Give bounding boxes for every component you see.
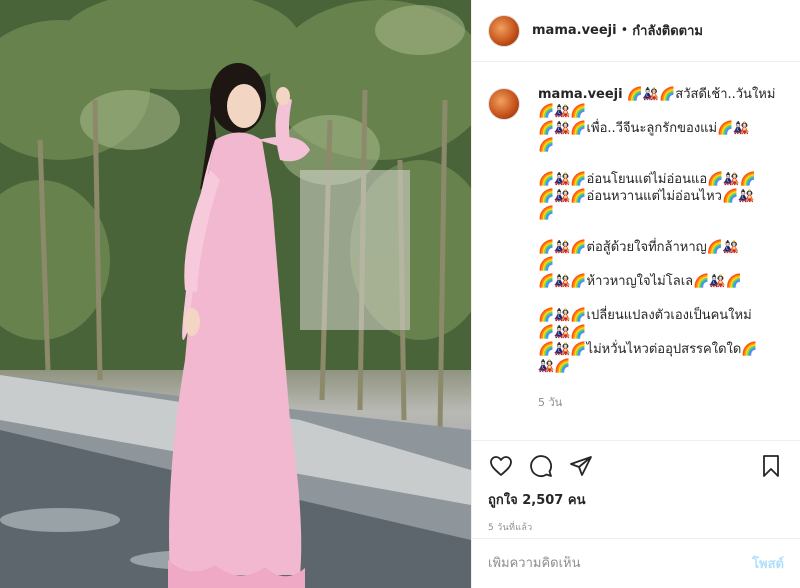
action-icons [488, 453, 784, 479]
photo-illustration [0, 0, 471, 588]
follow-status-button[interactable]: กำลังติดตาม [632, 20, 703, 41]
share-icon [570, 456, 592, 476]
caption-line: 🌈 [538, 257, 555, 272]
caption-line: 🌈🎎🌈อ่อนหวานแต่ไม่อ่อนไหว🌈🎎 [538, 189, 755, 204]
caption-avatar[interactable] [488, 88, 520, 120]
post-actions: ถูกใจ 2,507 คน 5 วันที่แล้ว [472, 440, 800, 534]
caption-line: 🌈🎎🌈ต่อสู้ด้วยใจที่กล้าหาญ🌈🎎 [538, 240, 740, 255]
caption-line: 🎎🌈 [538, 359, 571, 374]
comment-button[interactable] [528, 453, 554, 479]
post-date[interactable]: 5 วันที่แล้ว [488, 520, 784, 534]
caption-line: 🌈🎎🌈เปลี่ยนแปลงตัวเองเป็นคนใหม่ [538, 308, 752, 323]
header-separator: • [620, 23, 629, 38]
caption-time-ago[interactable]: 5 วัน [538, 393, 784, 411]
caption-line: mama.veeji 🌈🎎🌈สวัสดีเช้า..วันใหม่ [538, 86, 778, 103]
caption-gap [538, 290, 778, 307]
save-button[interactable] [758, 453, 784, 479]
share-button[interactable] [568, 453, 594, 479]
caption-username[interactable]: mama.veeji [538, 87, 623, 102]
caption-line: 🌈🎎🌈 [538, 104, 587, 119]
caption-line: 🌈 [538, 206, 555, 221]
caption-row: mama.veeji 🌈🎎🌈สวัสดีเช้า..วันใหม่ 🌈🎎🌈 🌈🎎… [488, 86, 784, 375]
comment-bar: โพสต์ [472, 538, 800, 588]
likes-count[interactable]: ถูกใจ 2,507 คน [488, 489, 784, 510]
header-username[interactable]: mama.veeji [532, 23, 617, 38]
caption-line: 🌈🎎🌈ไม่หวั่นไหวต่ออุปสรรคใดใด🌈 [538, 342, 758, 357]
caption-gap [538, 154, 778, 171]
post-detail-panel: mama.veeji • กำลังติดตาม mama.veeji 🌈🎎🌈ส… [471, 0, 800, 588]
caption-scroll-area[interactable]: mama.veeji 🌈🎎🌈สวัสดีเช้า..วันใหม่ 🌈🎎🌈 🌈🎎… [472, 62, 800, 440]
heart-icon [490, 456, 512, 476]
caption-line: 🌈 [538, 138, 555, 153]
post-photo[interactable] [0, 0, 471, 588]
post-comment-button[interactable]: โพสต์ [752, 553, 784, 574]
caption-first-line: 🌈🎎🌈สวัสดีเช้า..วันใหม่ [626, 87, 776, 102]
caption-line: 🌈🎎🌈 [538, 325, 587, 340]
caption-line: 🌈🎎🌈อ่อนโยนแต่ไม่อ่อนแอ🌈🎎🌈 [538, 172, 756, 187]
avatar[interactable] [488, 14, 520, 47]
comment-icon [530, 455, 552, 477]
caption-gap [538, 222, 778, 239]
comment-input[interactable] [488, 556, 753, 571]
caption-text: mama.veeji 🌈🎎🌈สวัสดีเช้า..วันใหม่ 🌈🎎🌈 🌈🎎… [538, 86, 778, 375]
post-header: mama.veeji • กำลังติดตาม [472, 0, 800, 62]
like-button[interactable] [488, 453, 514, 479]
bookmark-icon [763, 455, 779, 477]
caption-line: 🌈🎎🌈เพื่อ..วีจีนะลูกรักของแม่🌈🎎 [538, 121, 750, 136]
caption-line: 🌈🎎🌈ห้าวหาญใจไม่โลเล🌈🎎🌈 [538, 274, 742, 289]
